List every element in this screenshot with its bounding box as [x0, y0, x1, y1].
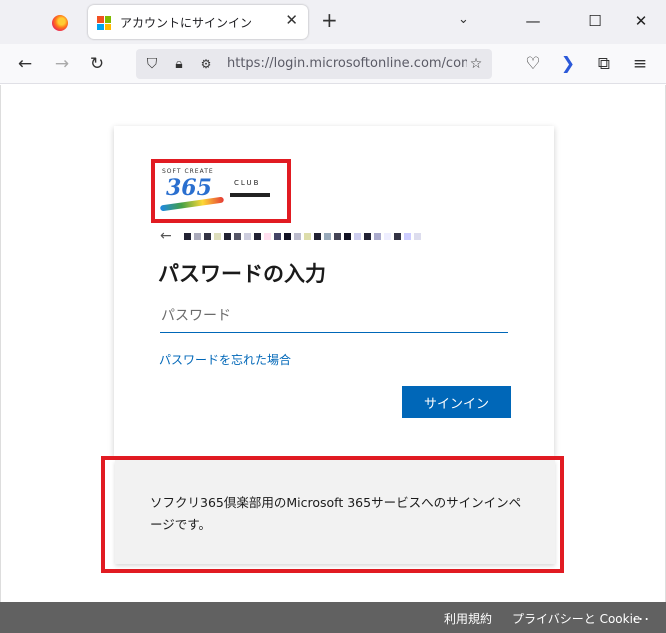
- back-arrow-icon[interactable]: ←: [13, 52, 37, 76]
- maximize-icon[interactable]: ☐: [580, 9, 610, 33]
- highlight-box-logo: SOFT CREATE 365 CLUB: [151, 159, 291, 223]
- password-field[interactable]: [160, 299, 508, 333]
- minimize-icon[interactable]: —: [518, 9, 548, 33]
- url-text[interactable]: https://login.microsoftonline.com/com: [227, 56, 467, 71]
- logo-number: 365: [166, 175, 212, 201]
- signin-description-panel: ソフクリ365倶楽部用のMicrosoft 365サービスへのサインインページで…: [115, 460, 555, 564]
- signin-card: SOFT CREATE 365 CLUB ← パスワードの入力 パスワードを忘れ…: [114, 126, 554, 456]
- permissions-icon[interactable]: ⚙: [196, 53, 216, 75]
- browser-tab-strip: アカウントにサインイン ✕ + ⌄ — ☐ ✕: [0, 0, 666, 44]
- logo-club-text: CLUB: [234, 179, 261, 187]
- extension-icon[interactable]: ⧉: [592, 52, 616, 76]
- hamburger-menu-icon[interactable]: ≡: [628, 52, 652, 76]
- terms-link[interactable]: 利用規約: [444, 610, 492, 627]
- reload-icon[interactable]: ↻: [85, 52, 109, 76]
- close-tab-icon[interactable]: ✕: [285, 11, 298, 29]
- microsoft-logo-icon: [97, 16, 111, 30]
- more-options-icon[interactable]: ...: [632, 605, 650, 624]
- logo-top-text: SOFT CREATE: [162, 168, 214, 175]
- page-footer: 利用規約 プライバシーと Cookie ...: [0, 602, 666, 633]
- shortcut-arrow-icon[interactable]: ❯: [556, 52, 580, 76]
- pocket-icon[interactable]: ♡: [521, 52, 545, 76]
- forward-arrow-icon[interactable]: →: [50, 52, 74, 76]
- redacted-email: [183, 232, 421, 240]
- page-content: SOFT CREATE 365 CLUB ← パスワードの入力 パスワードを忘れ…: [0, 85, 666, 602]
- privacy-link[interactable]: プライバシーと Cookie: [512, 610, 640, 627]
- forgot-password-link[interactable]: パスワードを忘れた場合: [159, 351, 291, 368]
- list-all-tabs-icon[interactable]: ⌄: [458, 12, 469, 27]
- signin-description: ソフクリ365倶楽部用のMicrosoft 365サービスへのサインインページで…: [150, 495, 522, 532]
- new-tab-button[interactable]: +: [321, 10, 338, 30]
- page-title: パスワードの入力: [158, 262, 326, 286]
- url-bar[interactable]: ⛉ 🔒︎ ⚙ https://login.microsoftonline.com…: [136, 49, 492, 79]
- lock-icon[interactable]: 🔒︎: [169, 53, 189, 75]
- firefox-view-tab[interactable]: [48, 12, 72, 34]
- tab-title: アカウントにサインイン: [120, 16, 253, 30]
- close-window-icon[interactable]: ✕: [626, 9, 656, 33]
- active-tab[interactable]: アカウントにサインイン ✕: [88, 5, 308, 39]
- org-logo: SOFT CREATE 365 CLUB: [159, 167, 278, 215]
- star-icon[interactable]: ☆: [466, 53, 486, 75]
- account-back-row[interactable]: ←: [160, 228, 421, 244]
- signin-button[interactable]: サインイン: [402, 386, 511, 418]
- navigation-toolbar: ← → ↻ ⛉ 🔒︎ ⚙ https://login.microsoftonli…: [0, 44, 666, 84]
- back-arrow-icon[interactable]: ←: [160, 228, 172, 244]
- firefox-icon: [52, 15, 68, 31]
- shield-icon[interactable]: ⛉: [142, 53, 162, 75]
- logo-bar: [230, 193, 270, 197]
- highlight-box-footer: ソフクリ365倶楽部用のMicrosoft 365サービスへのサインインページで…: [101, 456, 564, 573]
